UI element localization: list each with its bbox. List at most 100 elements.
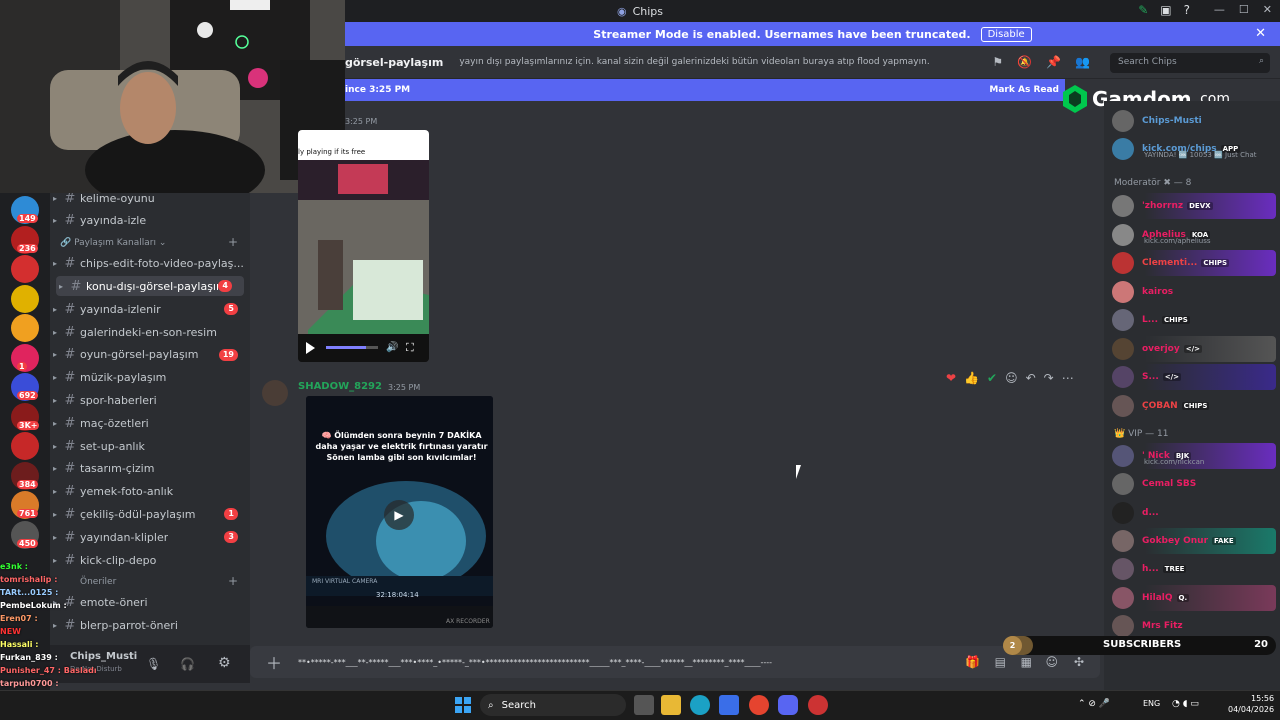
nitro-icon[interactable]: ✎ [1138,3,1148,17]
member-item[interactable]: kairos [1112,279,1276,305]
member-name: L... [1142,315,1158,325]
channel-label: spor-haberleri [80,393,157,407]
channel-item[interactable]: ▸ # yayında-izlenir 5 [50,299,250,319]
play-button[interactable]: ▶ [384,500,414,530]
store-icon[interactable] [719,695,739,715]
avatar [1112,195,1134,217]
attach-icon[interactable]: ＋ [266,650,282,674]
file-explorer-icon[interactable] [661,695,681,715]
minimize-button[interactable]: — [1214,3,1225,16]
member-item[interactable]: L... CHIPS [1112,307,1276,333]
member-item[interactable]: Cemal SBS [1112,471,1276,497]
channel-label: yayında-izlenir [80,302,161,316]
volume-icon[interactable]: 🔊 [386,342,398,353]
apps-icon[interactable]: ✣ [1074,655,1084,669]
new-messages-bar[interactable]: ince 3:25 PM Mark As Read [345,79,1065,101]
member-item[interactable]: ' Nick BJK kick.com/nickcan [1112,443,1276,469]
search-input[interactable]: Search Chips ⌕ [1110,53,1270,73]
close-window-button[interactable]: ✕ [1263,3,1272,16]
member-item[interactable]: overjoy </> [1112,335,1276,362]
hash-icon: # [64,324,76,340]
member-item[interactable]: h... TREE [1112,556,1276,582]
sticker-icon[interactable]: ▦ [1021,655,1032,669]
pin-icon[interactable]: 📌 [1046,55,1061,69]
channel-item[interactable]: ▸ # set-up-anlık [50,436,250,456]
avatar [1112,223,1134,246]
emoji-icon[interactable]: ☺ [1045,655,1058,669]
message-author[interactable]: SHADOW_8292 [298,381,382,392]
start-button[interactable] [455,697,471,713]
channel-item[interactable]: ▸ # spor-haberleri [50,390,250,410]
task-view-icon[interactable] [634,695,654,715]
inbox-icon[interactable]: ▣ [1160,3,1171,17]
gift-icon[interactable]: 🎁 [965,655,980,669]
member-item[interactable]: Mrs Fitz [1112,613,1276,639]
taskbar-clock[interactable]: 15:56 04/04/2026 [1228,693,1274,715]
chevron-right-icon: ▸ [52,193,57,203]
mark-as-read-button[interactable]: Mark As Read [989,85,1059,95]
mute-icon[interactable]: 🔕 [1017,55,1032,69]
avatar[interactable] [262,380,288,406]
more-icon[interactable]: ⋯ [1062,371,1074,385]
member-item[interactable]: Clementi... CHIPS [1112,250,1276,276]
member-item[interactable]: HilalQ Q. [1112,584,1276,611]
settings-icon[interactable]: ⚙ [218,655,231,671]
member-item[interactable]: Gokbey Onur FAKE [1112,527,1276,554]
member-item[interactable]: d... [1112,500,1276,526]
composer-text[interactable]: **•*****-***___**-*****___***•****_•****… [298,658,778,667]
video-attachment-2[interactable]: 🧠 Ölümden sonra beynin 7 DAKİKA daha yaş… [306,396,493,628]
message-composer[interactable]: ＋ **•*****-***___**-*****___***•****_•**… [250,646,1100,678]
server-icon[interactable] [11,432,39,460]
discord-icon[interactable] [778,695,798,715]
disable-button[interactable]: Disable [980,26,1032,42]
edge-icon[interactable] [690,695,710,715]
network-volume-battery-icons[interactable]: ◔ ◖ ▭ [1172,699,1199,709]
close-banner-icon[interactable]: ✕ [1255,26,1266,41]
language-indicator[interactable]: ENG [1143,699,1160,708]
thumbs-up-reaction-icon[interactable]: 👍 [964,371,979,385]
server-icon[interactable] [11,284,39,313]
channel-item[interactable]: ▸ # yayından-klipler 3 [50,527,250,547]
channel-item[interactable]: ▸ # galerindeki-en-son-resim [50,322,250,342]
reply-icon[interactable]: ↶ [1026,371,1036,385]
member-name: d... [1142,507,1159,518]
member-item[interactable]: 'zhorrnz DEVX [1112,193,1276,219]
member-item[interactable]: Aphelius KOA kick.com/apheliuss [1112,222,1276,248]
fullscreen-icon[interactable]: ⛶ [406,341,414,355]
add-reaction-icon[interactable]: ☺ [1005,371,1018,385]
hash-icon: # [64,415,76,431]
threads-icon[interactable]: ⚑ [992,55,1003,69]
check-reaction-icon[interactable]: ✔ [987,371,997,385]
member-item[interactable]: S... </> [1112,364,1276,390]
chrome-icon[interactable] [749,695,769,715]
system-tray-icons[interactable]: ⌃ ⊘ 🎤 [1078,699,1110,709]
member-item[interactable]: ÇOBAN CHIPS [1112,393,1276,419]
add-channel-icon[interactable]: + [228,574,238,588]
add-channel-icon[interactable]: + [228,235,238,249]
channel-item[interactable]: ▸ # tasarım-çizim [50,459,250,479]
channel-item[interactable]: ▸ # çekiliş-ödül-paylaşım 1 [50,504,250,524]
members-icon[interactable]: 👥 [1075,55,1090,69]
heart-reaction-icon[interactable]: ❤ [946,371,956,385]
gif-icon[interactable]: ▤ [995,655,1006,669]
server-icon[interactable] [11,255,39,283]
maximize-button[interactable]: ☐ [1239,3,1249,16]
help-icon[interactable]: ? [1184,3,1190,17]
member-item[interactable]: kick.com/chips APP YAYINDA! 🆒 10053 🆒 Just… [1112,136,1276,162]
member-item[interactable]: Chips-Musti [1112,108,1276,134]
channel-item[interactable]: ▸ # maç-özetleri [50,413,250,433]
forward-icon[interactable]: ↷ [1044,371,1054,385]
category-share[interactable]: 🔗 Paylaşım Kanalları ⌄ [60,238,166,248]
app-icon-extra[interactable] [808,695,828,715]
video-attachment-1[interactable]: ly playing if its free 🔊 ⛶ [298,130,429,362]
channel-item[interactable]: ▸ # yemek-foto-anlık [50,482,250,502]
channel-item[interactable]: ▸ # konu-dışı-görsel-paylaşım 4 [56,276,244,297]
server-icon[interactable] [11,314,39,342]
streamer-mode-text: Streamer Mode is enabled. Usernames have… [593,27,971,41]
channel-item[interactable]: ▸ # yayında-izle [50,211,250,231]
channel-item[interactable]: ▸ # oyun-görsel-paylaşım 19 [50,345,250,365]
channel-item[interactable]: ▸ # chips-edit-foto-video-paylaş... [50,254,250,274]
taskbar-search[interactable]: ⌕ Search [480,694,626,716]
channel-topic[interactable]: yayın dışı paylaşımlarınız için. kanal s… [459,57,929,67]
channel-item[interactable]: ▸ # müzik-paylaşım [50,368,250,388]
